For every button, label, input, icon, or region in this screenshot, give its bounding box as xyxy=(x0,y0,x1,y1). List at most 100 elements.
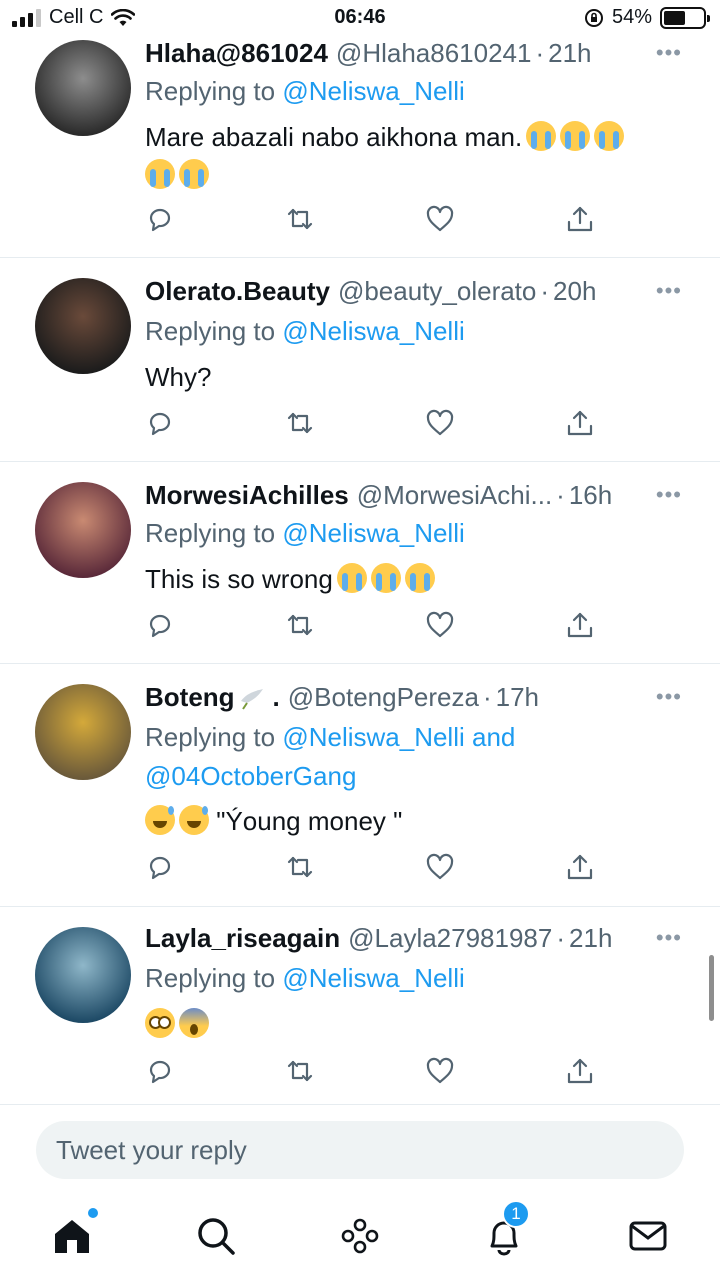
screaming-emoji-icon xyxy=(179,1008,209,1038)
dove-icon xyxy=(240,688,263,710)
avatar[interactable] xyxy=(35,482,131,578)
tweet[interactable]: Layla_riseagain @Layla27981987 · 21h •••… xyxy=(0,907,720,1105)
timestamp[interactable]: 21h xyxy=(548,38,591,69)
timestamp[interactable]: 17h xyxy=(496,682,539,713)
like-icon xyxy=(426,853,454,880)
like-button[interactable] xyxy=(425,204,455,234)
share-button[interactable] xyxy=(565,204,595,234)
handle[interactable]: @Hlaha8610241 xyxy=(336,38,532,69)
battery-fill xyxy=(664,10,685,25)
avatar[interactable] xyxy=(35,278,131,374)
orientation-lock-icon xyxy=(584,8,603,27)
reply-input[interactable]: Tweet your reply xyxy=(36,1121,684,1179)
avatar[interactable] xyxy=(35,40,131,136)
tweet-text: "Ýoung money " xyxy=(145,802,680,840)
like-button[interactable] xyxy=(425,408,455,438)
more-options-icon[interactable]: ••• xyxy=(656,482,682,508)
flushed-emoji-icon xyxy=(145,1008,175,1038)
retweet-icon xyxy=(287,856,313,878)
tweet-text: Mare abazali nabo aikhona man. xyxy=(145,118,680,194)
like-button[interactable] xyxy=(425,1056,455,1086)
avatar[interactable] xyxy=(35,927,131,1023)
mention-link[interactable]: @Neliswa_Nelli xyxy=(282,76,464,106)
like-button[interactable] xyxy=(425,852,455,882)
like-button[interactable] xyxy=(425,610,455,640)
share-icon xyxy=(567,410,593,436)
mention-link[interactable]: @Neliswa_Nelli xyxy=(282,316,464,346)
display-name[interactable]: Boteng xyxy=(145,682,235,713)
display-name[interactable]: Layla_riseagain xyxy=(145,923,340,954)
more-options-icon[interactable]: ••• xyxy=(656,278,682,304)
tweet-header: Olerato.Beauty @beauty_olerato · 20h xyxy=(145,276,597,307)
retweet-button[interactable] xyxy=(285,204,315,234)
tweet[interactable]: MorwesiAchilles @MorwesiAchi... · 16h ••… xyxy=(0,462,720,664)
search-icon xyxy=(198,1218,235,1255)
like-icon xyxy=(426,1057,454,1084)
retweet-button[interactable] xyxy=(285,1056,315,1086)
timestamp[interactable]: 16h xyxy=(569,480,612,511)
display-name[interactable]: MorwesiAchilles xyxy=(145,480,349,511)
tweet-text: Why? xyxy=(145,362,212,392)
more-options-icon[interactable]: ••• xyxy=(656,40,682,66)
retweet-button[interactable] xyxy=(285,408,315,438)
tab-home[interactable] xyxy=(50,1208,98,1258)
mention-link[interactable]: @Neliswa_Nelli xyxy=(282,963,464,993)
share-button[interactable] xyxy=(565,852,595,882)
crying-emoji-icon xyxy=(370,563,401,593)
replying-to: Replying to @Neliswa_Nelli and @04Octobe… xyxy=(145,722,516,791)
grinning-sweat-emoji-icon xyxy=(145,805,175,835)
reply-icon xyxy=(149,614,171,638)
tweet-header: Boteng . @BotengPereza · 17h xyxy=(145,682,540,713)
scrollbar[interactable] xyxy=(709,955,714,1021)
like-icon xyxy=(426,611,454,638)
like-icon xyxy=(426,205,454,232)
notification-badge: 1 xyxy=(502,1200,530,1228)
reply-button[interactable] xyxy=(145,610,175,640)
display-name[interactable]: Hlaha@861024 xyxy=(145,38,328,69)
reply-button[interactable] xyxy=(145,852,175,882)
more-options-icon[interactable]: ••• xyxy=(656,925,682,951)
crying-emoji-icon xyxy=(179,159,209,189)
reply-button[interactable] xyxy=(145,204,175,234)
retweet-button[interactable] xyxy=(285,610,315,640)
reply-button[interactable] xyxy=(145,1056,175,1086)
like-icon xyxy=(426,409,454,436)
tweet-header: Hlaha@861024 @Hlaha8610241 · 21h xyxy=(145,38,592,69)
reply-icon xyxy=(149,412,171,436)
share-button[interactable] xyxy=(565,610,595,640)
tab-notifications[interactable]: 1 xyxy=(482,1200,530,1258)
crying-emoji-icon xyxy=(526,121,557,151)
more-options-icon[interactable]: ••• xyxy=(656,684,682,710)
tab-messages[interactable] xyxy=(626,1214,670,1258)
tweet[interactable]: Boteng . @BotengPereza · 17h ••• Replyin… xyxy=(0,664,720,907)
timestamp[interactable]: 21h xyxy=(569,923,612,954)
tab-search[interactable] xyxy=(194,1214,238,1258)
tab-spaces[interactable] xyxy=(338,1214,382,1258)
status-bar: Cell C 06:46 54% xyxy=(0,0,720,36)
mention-link[interactable]: @04OctoberGang xyxy=(145,761,356,791)
share-button[interactable] xyxy=(565,1056,595,1086)
crying-emoji-icon xyxy=(560,121,591,151)
retweet-icon xyxy=(287,412,313,434)
tweet[interactable]: Hlaha@861024 @Hlaha8610241 · 21h ••• Rep… xyxy=(0,36,720,258)
reply-icon xyxy=(149,208,171,232)
retweet-button[interactable] xyxy=(285,852,315,882)
replying-to: Replying to @Neliswa_Nelli xyxy=(145,518,465,548)
display-name[interactable]: Olerato.Beauty xyxy=(145,276,330,307)
tweet[interactable]: Olerato.Beauty @beauty_olerato · 20h •••… xyxy=(0,258,720,462)
replying-to: Replying to @Neliswa_Nelli xyxy=(145,316,465,346)
reply-placeholder: Tweet your reply xyxy=(56,1135,247,1165)
handle[interactable]: @beauty_olerato xyxy=(338,276,536,307)
timestamp[interactable]: 20h xyxy=(553,276,596,307)
crying-emoji-icon xyxy=(145,159,175,189)
avatar[interactable] xyxy=(35,684,131,780)
handle[interactable]: @BotengPereza xyxy=(288,682,479,713)
mention-link[interactable]: @Neliswa_Nelli xyxy=(282,518,464,548)
reply-button[interactable] xyxy=(145,408,175,438)
share-button[interactable] xyxy=(565,408,595,438)
mention-link[interactable]: @Neliswa_Nelli and xyxy=(282,722,515,752)
handle[interactable]: @MorwesiAchi... xyxy=(357,480,552,511)
crying-emoji-icon xyxy=(336,563,367,593)
handle[interactable]: @Layla27981987 xyxy=(348,923,552,954)
share-icon xyxy=(567,854,593,880)
